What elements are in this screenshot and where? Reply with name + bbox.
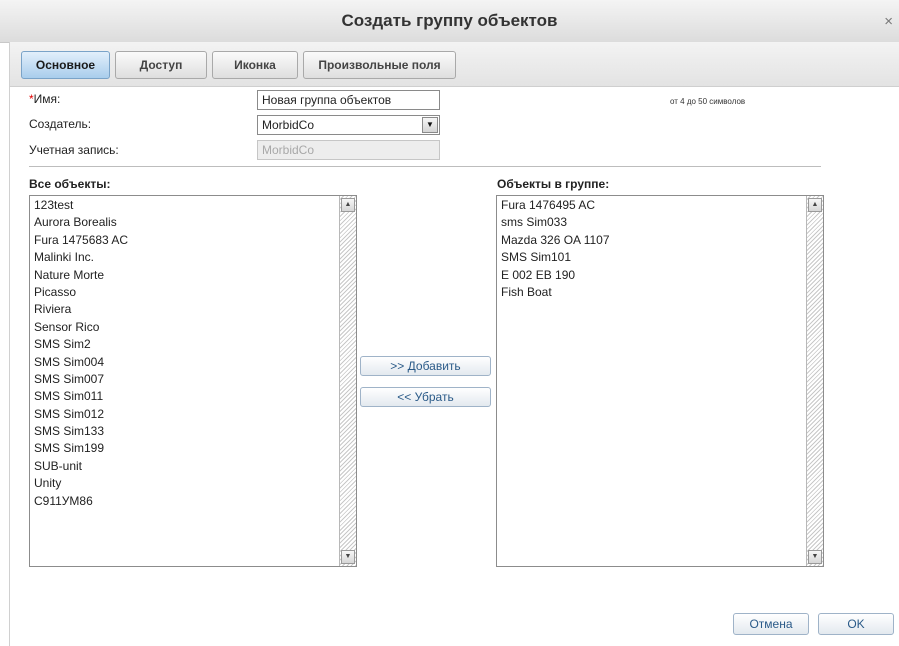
list-item[interactable]: Fura 1475683 AC bbox=[34, 232, 356, 249]
list-item[interactable]: SMS Sim012 bbox=[34, 406, 356, 423]
scroll-up-icon[interactable]: ▲ bbox=[341, 198, 355, 212]
list-item[interactable]: Aurora Borealis bbox=[34, 214, 356, 231]
list-item[interactable]: Nature Morte bbox=[34, 267, 356, 284]
list-item[interactable]: Riviera bbox=[34, 301, 356, 318]
divider bbox=[29, 166, 821, 167]
list-item[interactable]: Sensor Rico bbox=[34, 319, 356, 336]
list-item[interactable]: SMS Sim199 bbox=[34, 440, 356, 457]
creator-select-value: MorbidCo bbox=[262, 118, 315, 132]
list-item[interactable]: Mazda 326 OA 1107 bbox=[501, 232, 823, 249]
list-item[interactable]: SMS Sim011 bbox=[34, 388, 356, 405]
name-label: *Имя: bbox=[29, 92, 60, 106]
scrollbar[interactable]: ▲ ▼ bbox=[339, 196, 356, 566]
account-label: Учетная запись: bbox=[29, 143, 119, 157]
scroll-down-icon[interactable]: ▼ bbox=[808, 550, 822, 564]
list-item[interactable]: Malinki Inc. bbox=[34, 249, 356, 266]
group-objects-header: Объекты в группе: bbox=[497, 177, 610, 191]
tab-custom-fields[interactable]: Произвольные поля bbox=[303, 51, 456, 79]
list-item[interactable]: SMS Sim101 bbox=[501, 249, 823, 266]
account-field: MorbidCo bbox=[257, 140, 440, 160]
list-item[interactable]: 123test bbox=[34, 197, 356, 214]
list-item[interactable]: Unity bbox=[34, 475, 356, 492]
list-item[interactable]: SMS Sim007 bbox=[34, 371, 356, 388]
scroll-up-icon[interactable]: ▲ bbox=[808, 198, 822, 212]
remove-button[interactable]: << Убрать bbox=[360, 387, 491, 407]
dialog-title: Создать группу объектов bbox=[341, 11, 558, 30]
scroll-down-icon[interactable]: ▼ bbox=[341, 550, 355, 564]
list-item[interactable]: SMS Sim004 bbox=[34, 354, 356, 371]
list-item[interactable]: E 002 EB 190 bbox=[501, 267, 823, 284]
ok-button[interactable]: OK bbox=[818, 613, 894, 635]
all-objects-header: Все объекты: bbox=[29, 177, 111, 191]
creator-select[interactable]: MorbidCo ▼ bbox=[257, 115, 440, 135]
creator-label: Создатель: bbox=[29, 117, 92, 131]
name-length-hint: от 4 до 50 символов bbox=[670, 97, 746, 106]
chevron-down-icon[interactable]: ▼ bbox=[422, 117, 438, 133]
name-input[interactable]: Новая группа объектов bbox=[257, 90, 440, 110]
close-icon[interactable]: × bbox=[884, 13, 893, 30]
list-item[interactable]: SMS Sim2 bbox=[34, 336, 356, 353]
list-item[interactable]: Fish Boat bbox=[501, 284, 823, 301]
tab-access[interactable]: Доступ bbox=[115, 51, 207, 79]
tab-main[interactable]: Основное bbox=[21, 51, 110, 79]
dialog-titlebar: Создать группу объектов × bbox=[0, 0, 899, 43]
scrollbar[interactable]: ▲ ▼ bbox=[806, 196, 823, 566]
list-item[interactable]: Fura 1476495 AC bbox=[501, 197, 823, 214]
name-label-text: Имя: bbox=[33, 92, 61, 106]
all-objects-list[interactable]: 123test Aurora Borealis Fura 1475683 AC Mal… bbox=[29, 195, 357, 567]
cancel-button[interactable]: Отмена bbox=[733, 613, 809, 635]
tab-icon[interactable]: Иконка bbox=[212, 51, 298, 79]
add-button[interactable]: >> Добавить bbox=[360, 356, 491, 376]
group-objects-list[interactable]: Fura 1476495 AC sms Sim033 Mazda 326 OA 11… bbox=[496, 195, 824, 567]
list-item[interactable]: С911УМ86 bbox=[34, 493, 356, 510]
list-item[interactable]: SUB-unit bbox=[34, 458, 356, 475]
list-item[interactable]: Picasso bbox=[34, 284, 356, 301]
list-item[interactable]: SMS Sim133 bbox=[34, 423, 356, 440]
list-item[interactable]: sms Sim033 bbox=[501, 214, 823, 231]
